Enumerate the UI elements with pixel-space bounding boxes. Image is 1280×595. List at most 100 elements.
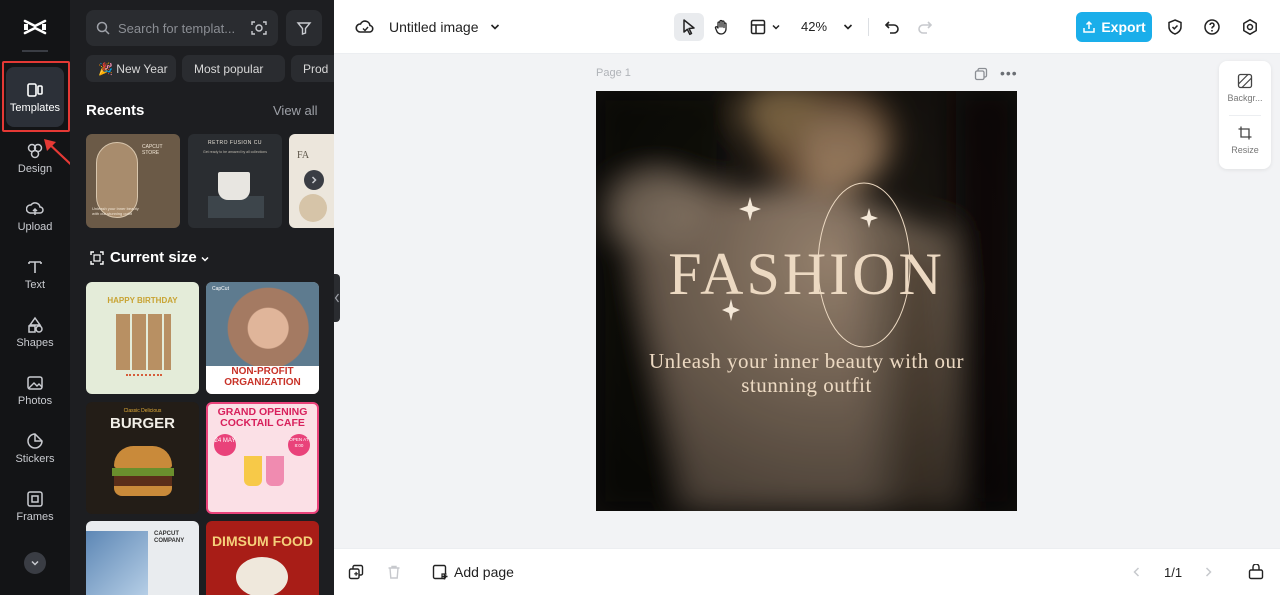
rail-item-photos[interactable]: Photos bbox=[0, 364, 70, 416]
chevron-down-icon[interactable] bbox=[200, 254, 210, 264]
page-panel-toggle-icon[interactable] bbox=[1248, 563, 1264, 585]
chevron-down-icon[interactable] bbox=[489, 21, 501, 33]
template-happy-birthday[interactable]: HAPPY BIRTHDAY bbox=[86, 282, 199, 394]
template-burger[interactable]: Classic Delicious BURGER bbox=[86, 402, 199, 514]
page-more-icon[interactable]: ••• bbox=[1000, 65, 1018, 81]
resize-tool-label: Resize bbox=[1231, 145, 1259, 155]
recents-title: Recents bbox=[86, 102, 145, 119]
rail-item-upload[interactable]: Upload bbox=[0, 190, 70, 242]
left-rail: Templates Design Upload Text Shapes Phot… bbox=[0, 0, 70, 595]
layout-icon[interactable] bbox=[747, 16, 769, 38]
rail-item-label: Shapes bbox=[16, 336, 54, 349]
chevron-down-icon[interactable] bbox=[771, 22, 781, 32]
select-pointer-icon[interactable] bbox=[678, 16, 700, 38]
export-label: Export bbox=[1101, 19, 1146, 35]
page-label: Page 1 bbox=[596, 67, 631, 79]
template-cocktail-cafe[interactable]: GRAND OPENING COCKTAIL CAFE 24 MAY OPEN … bbox=[206, 402, 319, 514]
current-size-dropdown[interactable]: Current size bbox=[110, 249, 197, 266]
redo-icon[interactable] bbox=[914, 16, 936, 38]
canvas-tagline[interactable]: Unleash your inner beauty with our stunn… bbox=[636, 349, 977, 397]
undo-icon[interactable] bbox=[881, 16, 903, 38]
photos-icon bbox=[27, 375, 43, 390]
template-hands-photo bbox=[206, 282, 319, 366]
recent-thumb-title: CAPCUT STORE bbox=[142, 144, 163, 156]
background-tool[interactable]: Backgr... bbox=[1219, 73, 1271, 103]
current-size-icon bbox=[90, 251, 104, 270]
template-title: HAPPY BIRTHDAY bbox=[107, 296, 178, 305]
text-icon bbox=[28, 260, 42, 273]
cloud-save-icon[interactable] bbox=[354, 16, 376, 38]
rail-item-text[interactable]: Text bbox=[0, 248, 70, 300]
add-page-icon[interactable] bbox=[432, 564, 448, 585]
template-lettuce bbox=[112, 468, 174, 476]
template-date-badge: 24 MAY bbox=[214, 434, 236, 456]
canvas-side-tools: Backgr... Resize bbox=[1219, 61, 1271, 169]
recent-thumb-title: RETRO FUSION CU bbox=[208, 140, 262, 146]
page-counter: 1/1 bbox=[1164, 565, 1183, 580]
document-title[interactable]: Untitled image bbox=[389, 19, 479, 35]
capcut-logo-icon[interactable] bbox=[22, 14, 48, 40]
stickers-icon bbox=[27, 432, 43, 449]
rail-item-stickers[interactable]: Stickers bbox=[0, 422, 70, 474]
template-bun-bottom bbox=[114, 486, 172, 496]
export-button[interactable]: Export bbox=[1076, 12, 1152, 42]
top-toolbar: Untitled image 42% Export bbox=[334, 0, 1280, 54]
template-glass-1 bbox=[244, 456, 262, 486]
filter-button[interactable] bbox=[286, 10, 322, 46]
rail-item-label: Text bbox=[24, 278, 46, 291]
template-title: CAPCUT COMPANY bbox=[154, 531, 185, 544]
resize-tool[interactable]: Resize bbox=[1219, 125, 1271, 155]
rail-item-label: Frames bbox=[16, 510, 54, 523]
chip-new-year[interactable]: 🎉 New Year bbox=[86, 55, 176, 82]
help-icon[interactable] bbox=[1201, 16, 1223, 38]
bottom-toolbar: Add page 1/1 bbox=[334, 548, 1280, 595]
canvas-headline[interactable]: FASHION bbox=[596, 239, 1017, 309]
rail-item-shapes[interactable]: Shapes bbox=[0, 306, 70, 358]
chevron-down-icon[interactable] bbox=[842, 21, 854, 33]
template-building-photo bbox=[86, 531, 148, 595]
template-non-profit[interactable]: CapCut NON-PROFIT ORGANIZATION bbox=[206, 282, 319, 394]
template-dimsum-food[interactable]: DIMSUM FOOD bbox=[206, 521, 319, 595]
hand-tool-icon[interactable] bbox=[711, 16, 733, 38]
rail-more-button[interactable] bbox=[24, 552, 46, 574]
rail-item-label: Upload bbox=[17, 220, 53, 233]
templates-panel: 🎉 New Year Most popular Prod Recents Vie… bbox=[70, 0, 334, 595]
template-patty bbox=[114, 476, 172, 486]
template-search-input[interactable] bbox=[118, 20, 238, 36]
app-window: Templates Design Upload Text Shapes Phot… bbox=[0, 0, 1280, 595]
copy-page-icon[interactable] bbox=[348, 564, 364, 585]
template-title: BURGER bbox=[109, 415, 175, 432]
settings-gear-icon[interactable] bbox=[1239, 16, 1261, 38]
chip-product[interactable]: Prod bbox=[291, 55, 334, 82]
prev-page-icon[interactable] bbox=[1131, 566, 1143, 578]
toolbar-divider bbox=[868, 18, 869, 36]
shapes-icon bbox=[28, 316, 43, 333]
rail-item-label: Photos bbox=[17, 394, 53, 407]
chip-most-popular[interactable]: Most popular bbox=[182, 55, 285, 82]
view-all-link[interactable]: View all bbox=[273, 103, 318, 118]
rail-divider bbox=[22, 50, 48, 52]
next-page-icon[interactable] bbox=[1202, 566, 1214, 578]
template-title: NON-PROFIT ORGANIZATION bbox=[224, 366, 301, 388]
template-capcut-company[interactable]: CAPCUT COMPANY bbox=[86, 521, 199, 595]
filter-icon bbox=[296, 22, 312, 35]
template-decoration bbox=[126, 374, 162, 379]
rail-item-frames[interactable]: Frames bbox=[0, 480, 70, 532]
add-page-button[interactable]: Add page bbox=[454, 564, 514, 580]
rail-item-templates[interactable]: Templates bbox=[6, 67, 64, 127]
template-title: GRAND OPENING COCKTAIL CAFE bbox=[217, 406, 308, 429]
background-tool-label: Backgr... bbox=[1227, 93, 1263, 103]
recent-template-1[interactable]: CAPCUT STORE Unleash your inner beauty w… bbox=[86, 134, 180, 228]
template-glass-2 bbox=[266, 456, 284, 486]
duplicate-page-icon[interactable] bbox=[974, 67, 988, 86]
recents-next-button[interactable] bbox=[304, 170, 324, 190]
chevron-left-icon bbox=[334, 293, 339, 303]
recent-template-2[interactable]: RETRO FUSION CU Get ready to be amazed b… bbox=[188, 134, 282, 228]
image-search-icon[interactable] bbox=[250, 19, 268, 37]
delete-page-icon[interactable] bbox=[386, 564, 402, 585]
design-canvas[interactable]: FASHION Unleash your inner beauty with o… bbox=[596, 91, 1017, 511]
shield-icon[interactable] bbox=[1164, 16, 1186, 38]
panel-collapse-handle[interactable] bbox=[334, 274, 340, 322]
zoom-level[interactable]: 42% bbox=[801, 19, 827, 34]
template-bun-top bbox=[114, 446, 172, 468]
